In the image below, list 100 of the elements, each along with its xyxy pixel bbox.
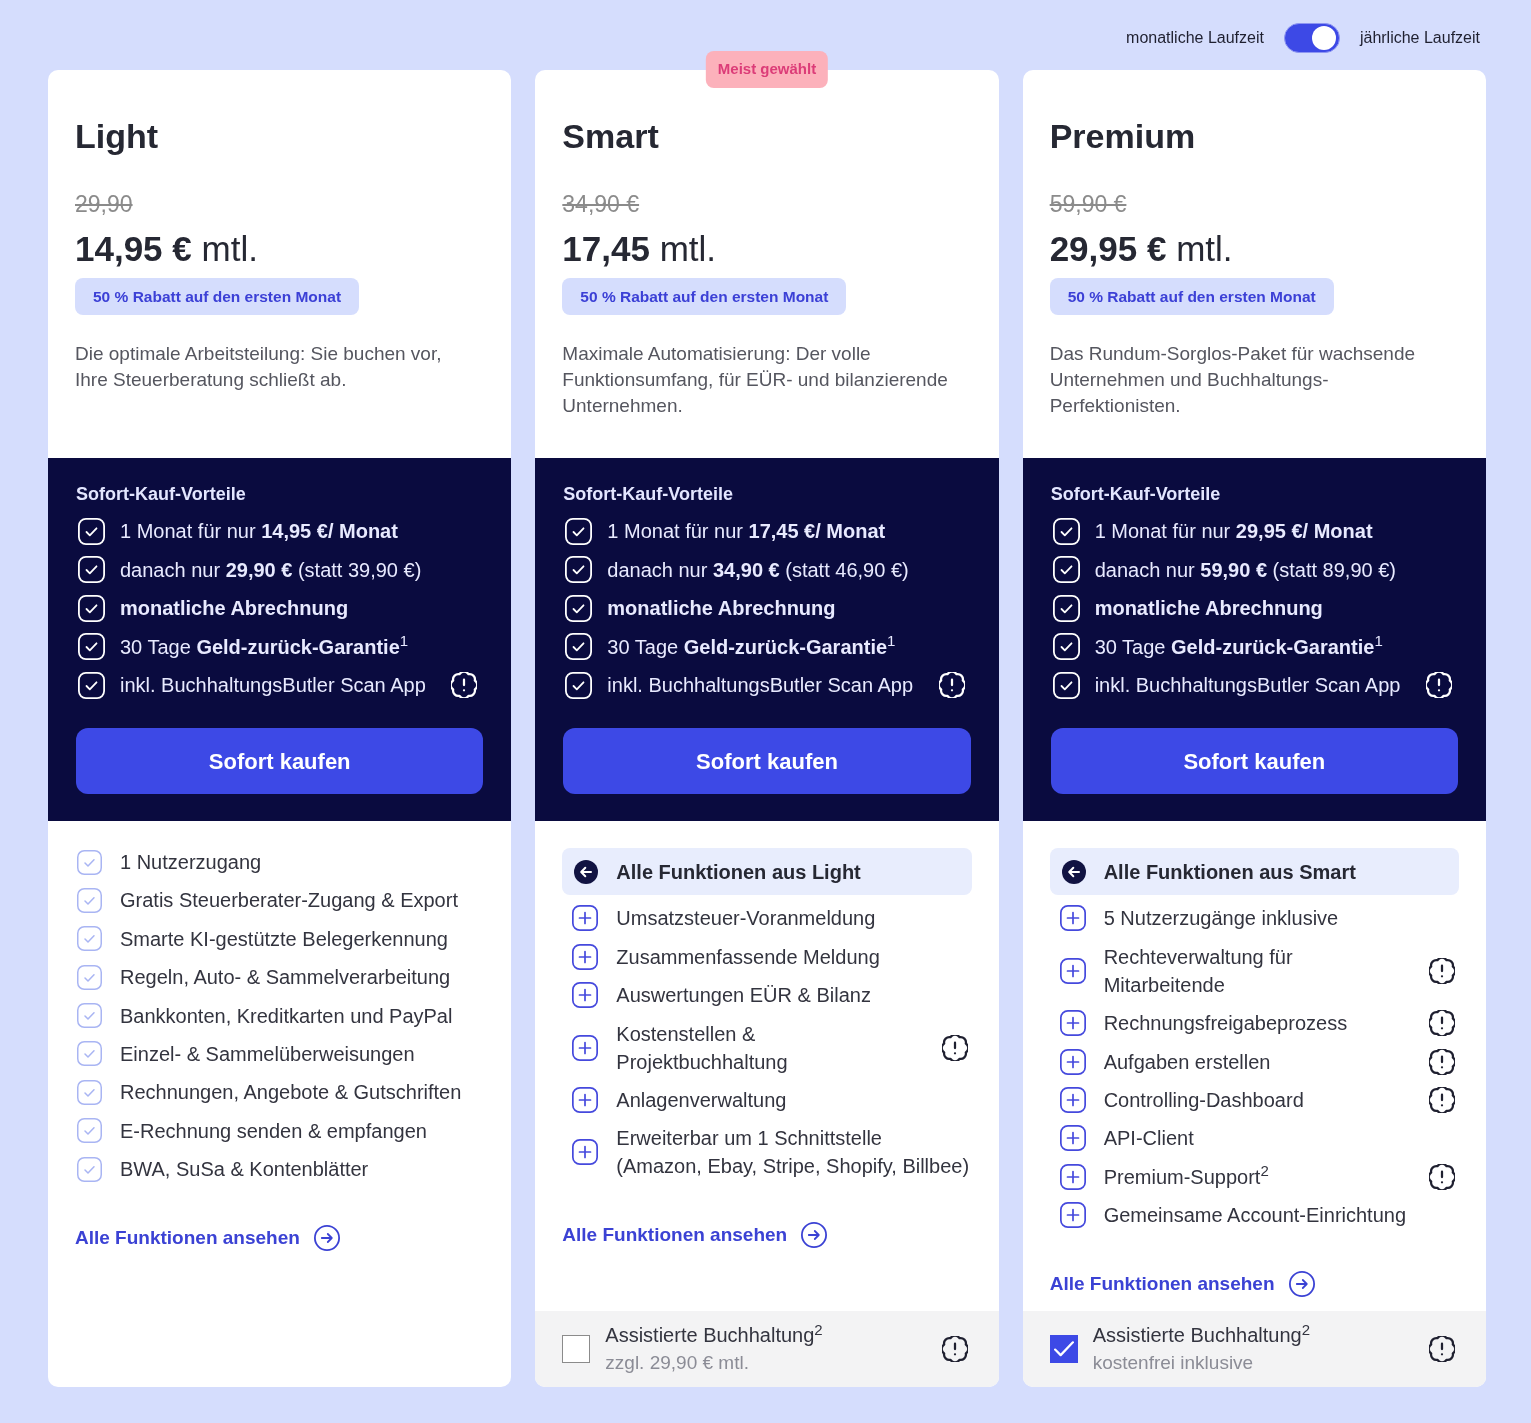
feature-text: Rechnungsfreigabeprozess	[1103, 1011, 1348, 1037]
check-icon	[565, 517, 593, 545]
plus-icon	[572, 982, 599, 1009]
plus-icon	[1059, 1010, 1086, 1037]
feature-text: Rechteverwaltung für Mitarbeitende	[1103, 944, 1294, 998]
check-icon	[1052, 671, 1080, 699]
benefit-text: monatliche Abrechnung	[607, 596, 836, 621]
feature-text: Zusammenfassende Meldung	[616, 944, 880, 970]
exclamation-badge-icon[interactable]	[1429, 957, 1455, 984]
discount-badge: 50 % Rabatt auf den ersten Monat	[562, 278, 847, 315]
feature-text: Auswertungen EÜR & Bilanz	[616, 983, 871, 1009]
addon-title: Assistierte Buchhaltung$^{2}$	[1092, 1322, 1310, 1349]
billing-period-label: monatliche Laufzeit	[1126, 28, 1264, 48]
check-icon	[565, 671, 593, 699]
check-icon	[77, 1156, 102, 1182]
check-icon	[77, 1079, 102, 1105]
buy-button[interactable]: Sofort kaufen	[1050, 728, 1458, 794]
plan-price: 17,45 mtl.	[562, 229, 717, 269]
check-icon	[1052, 517, 1080, 545]
check-icon	[1052, 594, 1080, 622]
benefit-text: 1 Monat für nur 17,45 €/ Monat	[607, 519, 886, 544]
plan-price: 14,95 € mtl.	[75, 229, 258, 269]
feature-text: E-Rechnung senden & empfangen	[120, 1118, 427, 1144]
plan-description: Die optimale Arbeitsteilung: Sie buchen vor, Ihre Steuerberatung schließt ab.	[75, 342, 443, 392]
addon-checkbox[interactable]	[562, 1335, 591, 1364]
feature-text: Alle Funktionen aus Light	[616, 859, 861, 885]
exclamation-badge-icon[interactable]	[1429, 1086, 1455, 1113]
feature-text: 5 Nutzerzugänge inklusive	[1103, 906, 1339, 932]
check-icon	[78, 517, 105, 545]
all-features-link[interactable]: Alle Funktionen ansehen	[1049, 1270, 1315, 1299]
check-icon	[78, 633, 105, 660]
check-icon	[77, 964, 102, 990]
benefit-text: 30 Tage Geld-zurück-Garantie$^{1}$	[607, 632, 896, 660]
billing-period-label: jährliche Laufzeit	[1359, 28, 1480, 48]
addon-checkbox[interactable]	[1049, 1335, 1078, 1364]
arrow-right-circle-icon	[313, 1225, 340, 1252]
buy-button[interactable]: Sofort kaufen	[76, 728, 484, 794]
plus-icon	[572, 1086, 599, 1113]
discount-badge: 50 % Rabatt auf den ersten Monat	[1049, 278, 1334, 315]
billing-period-toggle[interactable]	[1283, 23, 1340, 53]
check-icon	[78, 594, 105, 622]
check-icon	[77, 926, 102, 952]
feature-text: Controlling-Dashboard	[1103, 1087, 1304, 1113]
plus-icon	[1059, 905, 1086, 932]
check-icon	[1052, 633, 1080, 660]
feature-text: Anlagenverwaltung	[616, 1087, 787, 1113]
plus-icon	[572, 1139, 599, 1166]
check-icon	[77, 887, 102, 913]
feature-text: Aufgaben erstellen	[1103, 1049, 1271, 1075]
old-price: 59,90 €	[1049, 190, 1127, 218]
feature-text: Regeln, Auto- & Sammelverarbeitung	[120, 965, 451, 991]
arrow-right-circle-icon	[801, 1222, 828, 1249]
plan-title: Premium	[1049, 116, 1196, 156]
benefit-text: 1 Monat für nur 29,95 €/ Monat	[1094, 519, 1373, 544]
feature-text: Bankkonten, Kreditkarten und PayPal	[120, 1003, 453, 1029]
addon-price-note: kostenfrei inklusive	[1092, 1351, 1255, 1376]
exclamation-badge-icon[interactable]	[1429, 1048, 1455, 1075]
plus-icon	[1059, 957, 1086, 984]
benefit-text: inkl. BuchhaltungsButler Scan App	[1094, 673, 1401, 698]
plus-icon	[1059, 1048, 1086, 1075]
feature-text: Rechnungen, Angebote & Gutschriften	[120, 1080, 462, 1106]
check-icon	[77, 849, 102, 875]
check-icon	[1052, 556, 1080, 583]
plan-description: Maximale Automatisierung: Der volle Funktionsumfang, für EÜR- und bilanzierende Unternehmen.	[562, 342, 949, 418]
feature-text: Kostenstellen & Projektbuchhaltung	[616, 1021, 789, 1075]
check-icon	[77, 1118, 102, 1144]
exclamation-badge-icon[interactable]	[1429, 1010, 1455, 1037]
old-price: 29,90	[75, 190, 133, 218]
benefit-text: inkl. BuchhaltungsButler Scan App	[607, 673, 914, 698]
check-icon	[78, 556, 105, 583]
addon-title: Assistierte Buchhaltung$^{2}$	[605, 1322, 823, 1349]
exclamation-badge-icon[interactable]	[941, 1034, 968, 1061]
all-features-link[interactable]: Alle Funktionen ansehen	[75, 1224, 340, 1253]
feature-text: BWA, SuSa & Kontenblätter	[120, 1157, 369, 1183]
plus-icon	[1059, 1086, 1086, 1113]
benefits-title: Sofort-Kauf-Vorteile	[563, 483, 734, 506]
buy-button[interactable]: Sofort kaufen	[563, 728, 971, 794]
benefit-text: 1 Monat für nur 14,95 €/ Monat	[120, 519, 398, 544]
feature-text: Umsatzsteuer-Voranmeldung	[616, 906, 876, 932]
feature-text: Gemeinsame Account-Einrichtung	[1103, 1203, 1407, 1229]
arrow-left-circle-icon	[574, 859, 599, 884]
feature-text: Einzel- & Sammelüberweisungen	[120, 1041, 415, 1067]
plus-icon	[1059, 1125, 1086, 1152]
exclamation-badge-icon[interactable]	[1429, 1336, 1455, 1363]
feature-text: Alle Funktionen aus Smart	[1103, 859, 1356, 885]
plus-icon	[572, 905, 599, 932]
check-icon	[565, 633, 593, 660]
check-icon	[78, 671, 105, 699]
old-price: 34,90 €	[562, 190, 640, 218]
plus-icon	[1059, 1202, 1086, 1229]
discount-badge: 50 % Rabatt auf den ersten Monat	[75, 278, 360, 315]
plan-description: Das Rundum-Sorglos-Paket für wachsende Unternehmen und Buchhaltungs-Perfektionisten.	[1049, 342, 1417, 418]
check-icon	[565, 594, 593, 622]
tick-icon	[1053, 1341, 1074, 1358]
exclamation-badge-icon[interactable]	[1429, 1163, 1455, 1190]
exclamation-badge-icon[interactable]	[941, 1336, 968, 1363]
check-icon	[77, 1041, 102, 1067]
feature-text: Erweiterbar um 1 Schnittstelle (Amazon, Ebay, Stripe, Shopify, Billbee)	[616, 1126, 971, 1180]
benefits-title: Sofort-Kauf-Vorteile	[1050, 483, 1222, 506]
all-features-link[interactable]: Alle Funktionen ansehen	[562, 1221, 828, 1250]
